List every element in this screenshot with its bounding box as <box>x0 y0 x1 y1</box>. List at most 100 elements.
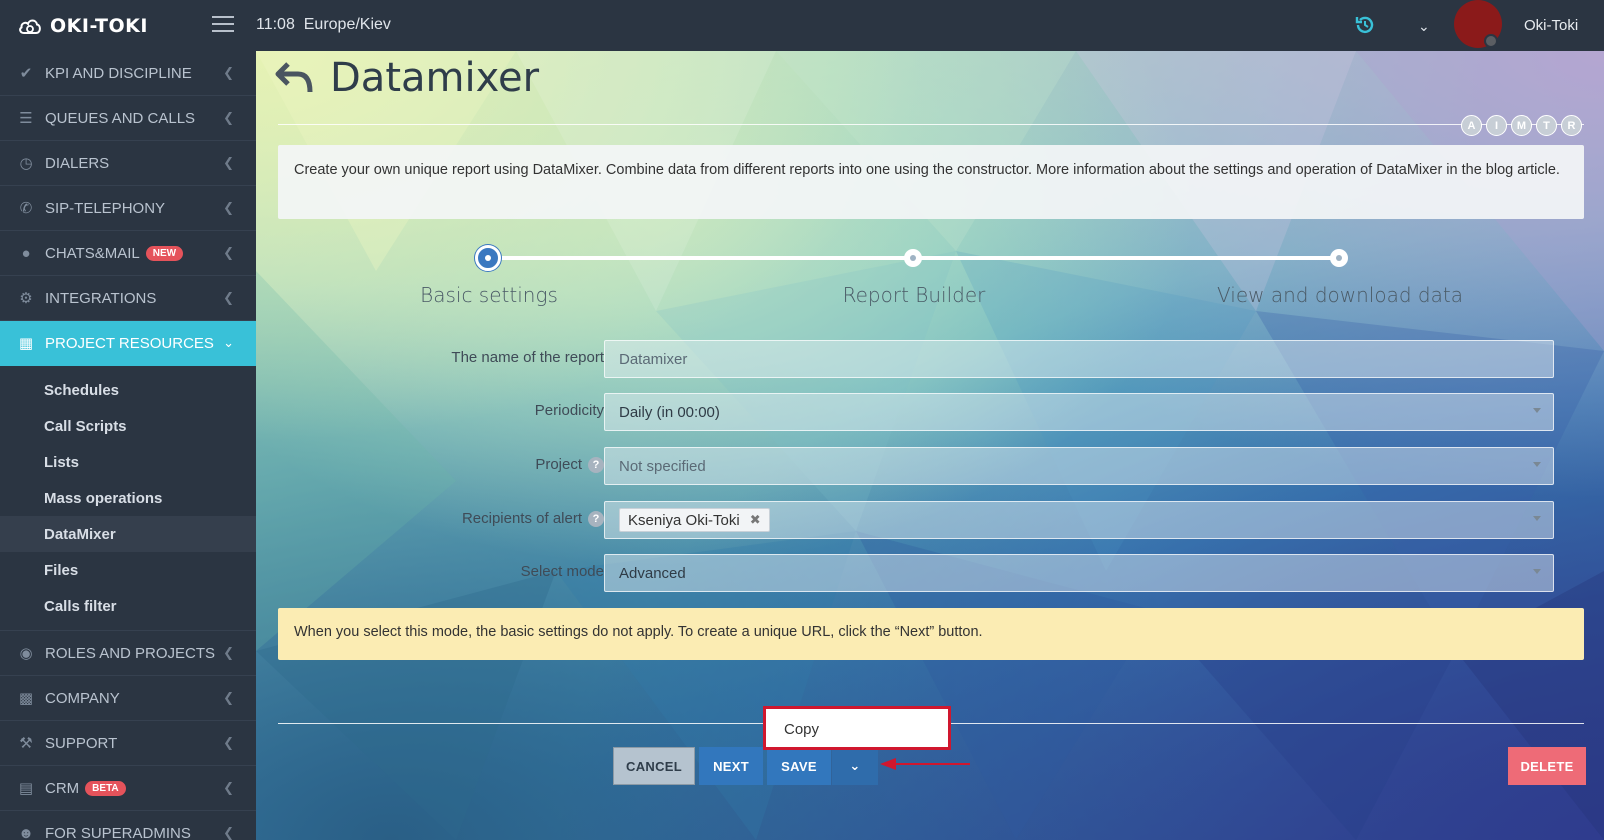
report-name-label: The name of the report <box>451 349 604 366</box>
form-row-project: Project? Not specified <box>278 447 1584 485</box>
mode-select[interactable]: Advanced <box>604 554 1554 592</box>
submenu-item-files[interactable]: Files <box>0 552 256 588</box>
copy-menu-item[interactable]: Copy <box>784 721 819 738</box>
access-badges: A I M T R <box>1461 115 1582 136</box>
annotation-arrow-icon <box>880 758 970 770</box>
chevron-left-icon: ❮ <box>223 645 234 660</box>
step-dot-builder[interactable] <box>904 249 922 267</box>
page-title: Datamixer <box>330 55 540 101</box>
caret-down-icon <box>1533 569 1541 574</box>
step-dot-basic[interactable] <box>475 245 501 271</box>
delete-button[interactable]: DELETE <box>1508 747 1586 785</box>
sidebar-item-chats[interactable]: ● CHATS&MAIL NEW ❮ <box>0 231 256 276</box>
help-icon[interactable]: ? <box>588 510 604 527</box>
sidebar-item-roles[interactable]: ◉ ROLES AND PROJECTS ❮ <box>0 631 256 676</box>
label-text: The name of the report <box>451 349 604 366</box>
chevron-left-icon: ❮ <box>223 245 234 260</box>
access-badge-i[interactable]: I <box>1486 115 1507 136</box>
remove-tag-icon[interactable]: ✖ <box>750 512 761 528</box>
chevron-left-icon: ❮ <box>223 200 234 215</box>
list-icon: ☰ <box>19 110 33 127</box>
form-row-recipients: Recipients of alert? Kseniya Oki-Toki ✖ <box>278 501 1584 539</box>
next-button[interactable]: NEXT <box>699 747 763 785</box>
sidebar-item-company[interactable]: ▩ COMPANY ❮ <box>0 676 256 721</box>
top-bar: OKI-TOKI 11:08 Europe/Kiev ⌄ Oki-Toki <box>0 0 1604 51</box>
access-badge-r[interactable]: R <box>1561 115 1582 136</box>
step-label-builder[interactable]: Report Builder <box>843 283 986 307</box>
recipient-tag: Kseniya Oki-Toki ✖ <box>619 508 770 532</box>
table-icon: ▤ <box>18 780 34 797</box>
cancel-button[interactable]: CANCEL <box>613 747 695 785</box>
main-content: Datamixer A I M T R Create your own uniq… <box>256 51 1604 840</box>
caret-down-icon <box>1533 462 1541 467</box>
submenu: Schedules Call Scripts Lists Mass operat… <box>0 366 256 631</box>
sidebar-item-label: DIALERS <box>45 154 110 172</box>
chevron-down-icon: ⌄ <box>223 335 234 350</box>
menu-icon[interactable] <box>212 16 234 34</box>
history-icon[interactable] <box>1354 14 1376 36</box>
sidebar-item-kpi[interactable]: ✔ KPI AND DISCIPLINE ❮ <box>0 51 256 96</box>
cloud-logo-icon <box>19 19 41 34</box>
chevron-left-icon: ❮ <box>223 65 234 80</box>
back-arrow-icon[interactable] <box>274 58 314 98</box>
form-row-periodicity: Periodicity Daily (in 00:00) <box>278 393 1584 431</box>
submenu-item-calls-filter[interactable]: Calls filter <box>0 588 256 624</box>
chevron-left-icon: ❮ <box>223 690 234 705</box>
access-badge-m[interactable]: M <box>1511 115 1532 136</box>
form-row-mode: Select mode Advanced <box>278 554 1584 592</box>
access-badge-a[interactable]: A <box>1461 115 1482 136</box>
periodicity-value: Daily (in 00:00) <box>619 403 720 421</box>
sidebar-item-project-resources[interactable]: ▦ PROJECT RESOURCES ⌄ <box>0 321 256 366</box>
chevron-left-icon: ❮ <box>223 290 234 305</box>
report-name-input[interactable]: Datamixer <box>604 340 1554 378</box>
sidebar-item-sip[interactable]: ✆ SIP-TELEPHONY ❮ <box>0 186 256 231</box>
step-label-basic[interactable]: Basic settings <box>420 283 558 307</box>
sidebar-item-integrations[interactable]: ⚙ INTEGRATIONS ❮ <box>0 276 256 321</box>
submenu-item-mass-operations[interactable]: Mass operations <box>0 480 256 516</box>
stepper: Basic settings Report Builder View and d… <box>278 239 1584 309</box>
form-row-name: The name of the report Datamixer <box>278 340 1584 378</box>
sidebar-item-label: QUEUES AND CALLS <box>45 109 196 127</box>
sidebar-item-superadmins[interactable]: ☻ FOR SUPERADMINS ❮ <box>0 811 256 840</box>
submenu-item-call-scripts[interactable]: Call Scripts <box>0 408 256 444</box>
sidebar-item-dialers[interactable]: ◷ DIALERS ❮ <box>0 141 256 186</box>
new-badge: NEW <box>145 245 184 261</box>
clock: 11:08 Europe/Kiev <box>256 16 391 34</box>
chevron-down-icon[interactable]: ⌄ <box>1418 18 1430 35</box>
info-box: Create your own unique report using Data… <box>278 145 1584 219</box>
label-text: Select mode <box>520 563 604 580</box>
step-dot-view[interactable] <box>1330 249 1348 267</box>
periodicity-select[interactable]: Daily (in 00:00) <box>604 393 1554 431</box>
submenu-item-datamixer[interactable]: DataMixer <box>0 516 256 552</box>
sidebar-item-support[interactable]: ⚒ SUPPORT ❮ <box>0 721 256 766</box>
caret-down-icon <box>1533 408 1541 413</box>
project-select[interactable]: Not specified <box>604 447 1554 485</box>
help-icon[interactable]: ? <box>588 456 604 473</box>
save-options-toggle[interactable]: ⌄ <box>832 747 878 785</box>
caret-down-icon <box>1533 516 1541 521</box>
project-label: Project? <box>535 456 604 473</box>
submenu-item-lists[interactable]: Lists <box>0 444 256 480</box>
step-label-view[interactable]: View and download data <box>1217 283 1463 307</box>
sidebar-item-crm[interactable]: ▤ CRM BETA ❮ <box>0 766 256 811</box>
label-text: Project <box>535 456 582 473</box>
label-text: Recipients of alert <box>461 510 582 527</box>
recipient-tag-label: Kseniya Oki-Toki <box>628 511 740 529</box>
username[interactable]: Oki-Toki <box>1524 17 1578 34</box>
warning-box: When you select this mode, the basic set… <box>278 608 1584 660</box>
recipients-select[interactable]: Kseniya Oki-Toki ✖ <box>604 501 1554 539</box>
sidebar-item-label: SUPPORT <box>45 734 118 752</box>
logo[interactable]: OKI-TOKI <box>18 12 148 40</box>
check-icon: ✔ <box>19 65 33 82</box>
chevron-left-icon: ❮ <box>223 110 234 125</box>
submenu-item-schedules[interactable]: Schedules <box>0 372 256 408</box>
label-text: Periodicity <box>534 402 604 419</box>
sidebar-item-queues[interactable]: ☰ QUEUES AND CALLS ❮ <box>0 96 256 141</box>
sidebar-item-label: COMPANY <box>45 689 120 707</box>
chevron-left-icon: ❮ <box>223 735 234 750</box>
toggle-icon: ◉ <box>19 645 33 662</box>
sidebar-item-label: KPI AND DISCIPLINE <box>45 64 192 82</box>
chevron-left-icon: ❮ <box>223 155 234 170</box>
save-button[interactable]: SAVE <box>767 747 831 785</box>
access-badge-t[interactable]: T <box>1536 115 1557 136</box>
